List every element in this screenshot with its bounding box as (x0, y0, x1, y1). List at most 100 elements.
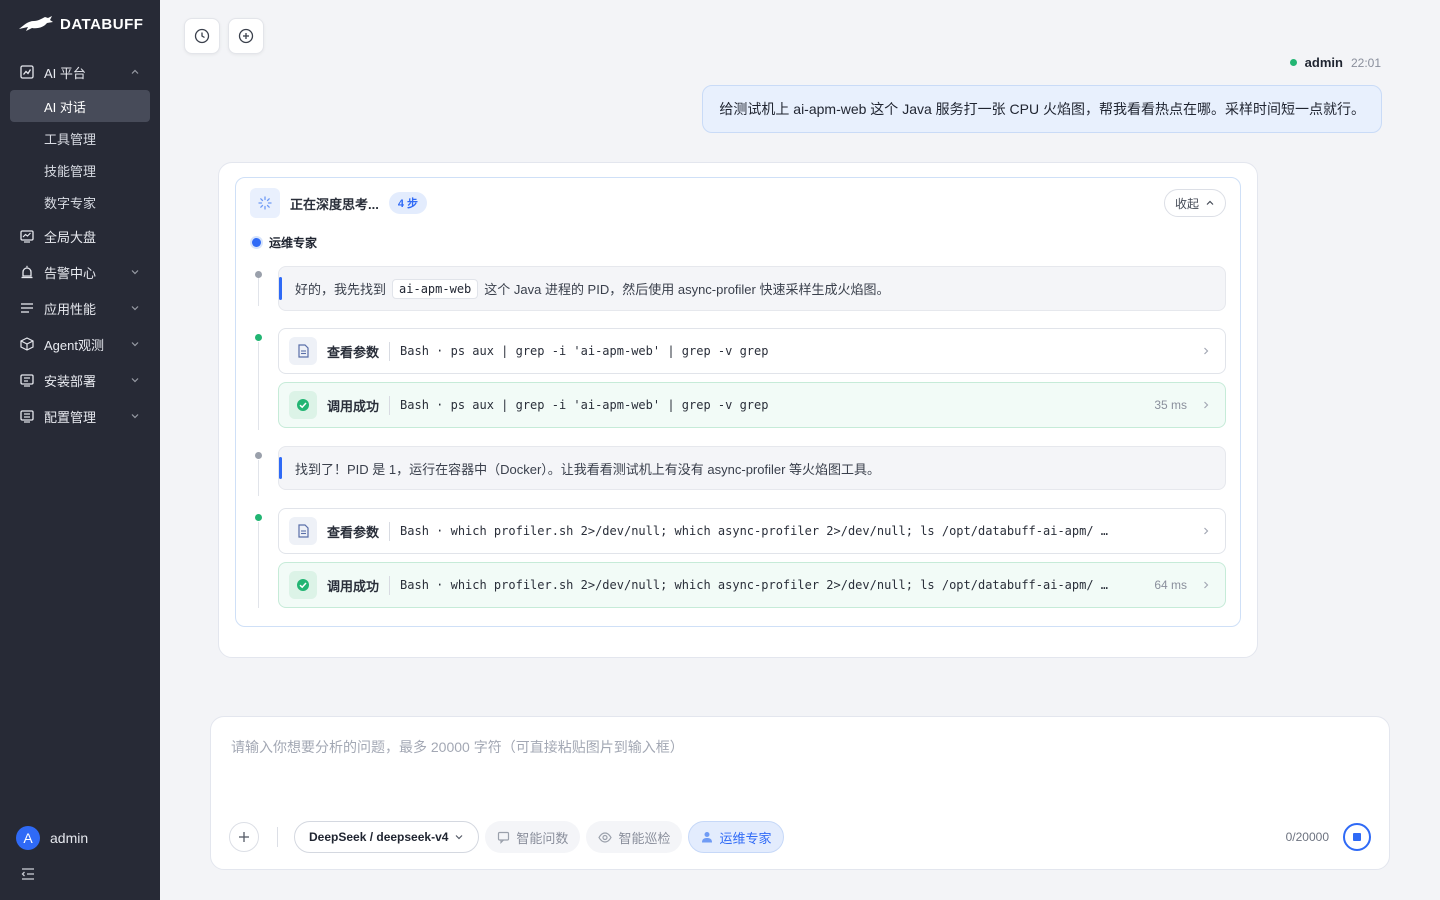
user-message-bubble: 给测试机上 ai-apm-web 这个 Java 服务打一张 CPU 火焰图，帮… (702, 85, 1382, 133)
stop-icon (1353, 833, 1361, 841)
message-meta: admin 22:01 (1289, 55, 1381, 70)
model-select[interactable]: DeepSeek / deepseek-v4 (294, 821, 480, 853)
question-input[interactable] (231, 737, 1371, 797)
plus-icon (239, 832, 249, 842)
agent-status-dot (252, 238, 261, 247)
thinking-title: 正在深度思考... (290, 196, 379, 212)
sidebar-group-label: 配置管理 (44, 409, 97, 425)
mode-smart-inspection[interactable]: 智能巡检 (586, 821, 683, 853)
history-button[interactable] (184, 18, 220, 54)
mode-label: 运维专家 (719, 830, 772, 846)
timeline-dot (255, 452, 262, 459)
sidebar-group-ai-platform[interactable]: AI 平台 (0, 54, 160, 90)
sidebar-group-install-deploy[interactable]: 安装部署 (0, 362, 160, 398)
sidebar-group-alarm-center[interactable]: 告警中心 (0, 254, 160, 290)
char-count: 0/20000 (1285, 830, 1329, 844)
mode-label: 智能巡检 (618, 830, 671, 846)
tool-command: Bash · ps aux | grep -i 'ai-apm-web' | g… (400, 344, 769, 358)
sidebar-user[interactable]: A admin (16, 826, 88, 850)
tool-result-row[interactable]: 调用成功 Bash · which profiler.sh 2>/dev/nul… (278, 562, 1226, 608)
tool-kind-label: 查看参数 (327, 341, 391, 361)
composer-toolbar: DeepSeek / deepseek-v4 智能问数 智能巡检 运维专家 0/… (229, 820, 1371, 854)
stop-button[interactable] (1343, 823, 1371, 851)
thinking-panel: 正在深度思考... 4 步 收起 运维专家 好的，我先找到 ai-apm-web… (235, 177, 1241, 627)
message-user: admin (1304, 55, 1343, 70)
attach-button[interactable] (229, 822, 259, 852)
new-chat-button[interactable] (228, 18, 264, 54)
sidebar-group-label: 应用性能 (44, 301, 97, 317)
chevron-right-icon (1201, 580, 1211, 590)
assistant-answer-card: 正在深度思考... 4 步 收起 运维专家 好的，我先找到 ai-apm-web… (218, 162, 1258, 658)
sidebar-nav: AI 平台 AI 对话 工具管理 技能管理 数字专家 全局大盘 告警中心 应用性… (0, 54, 160, 434)
tool-command: Bash · which profiler.sh 2>/dev/null; wh… (400, 524, 1109, 538)
timeline-line (258, 460, 259, 496)
sidebar-group-global-dashboard[interactable]: 全局大盘 (0, 218, 160, 254)
tool-command: Bash · ps aux | grep -i 'ai-apm-web' | g… (400, 398, 769, 412)
agent-label: 运维专家 (252, 234, 317, 251)
tool-kind-label: 查看参数 (327, 521, 391, 541)
document-icon (289, 517, 317, 545)
collapse-sidebar-icon[interactable] (20, 866, 36, 882)
timeline-dot (255, 334, 262, 341)
timeline-line (258, 278, 259, 306)
avatar: A (16, 826, 40, 850)
clock-icon (194, 28, 210, 44)
sidebar-user-name: admin (50, 830, 89, 846)
chevron-down-icon (130, 303, 140, 313)
chevron-down-icon (130, 375, 140, 385)
dashboard-icon (20, 229, 34, 243)
sidebar-group-label: 全局大盘 (44, 229, 97, 245)
mode-label: 智能问数 (516, 830, 569, 846)
reasoning-text: 找到了！PID 是 1，运行在容器中（Docker）。让我看看测试机上有没有 a… (295, 461, 881, 477)
tool-duration: 64 ms (1154, 578, 1187, 592)
online-status-dot (1289, 59, 1297, 66)
toolbar-divider (277, 827, 278, 847)
sidebar-group-app-performance[interactable]: 应用性能 (0, 290, 160, 326)
chevron-up-icon (1206, 200, 1214, 205)
sidebar-group-label: Agent观测 (44, 337, 104, 353)
timeline-line (258, 342, 259, 430)
agent-name: 运维专家 (269, 236, 318, 250)
plus-circle-icon (238, 28, 254, 44)
eye-icon (598, 831, 613, 843)
chevron-up-icon (130, 67, 140, 77)
tool-result-row[interactable]: 调用成功 Bash · ps aux | grep -i 'ai-apm-web… (278, 382, 1226, 428)
chevron-down-icon (130, 339, 140, 349)
sidebar-item-tool-management[interactable]: 工具管理 (0, 122, 160, 154)
user-icon (702, 832, 713, 843)
sidebar-item-digital-expert[interactable]: 数字专家 (0, 186, 160, 218)
cube-icon (20, 337, 34, 351)
alarm-icon (20, 265, 34, 279)
chevron-down-icon (130, 267, 140, 277)
sidebar-item-ai-chat[interactable]: AI 对话 (10, 90, 150, 122)
check-circle-icon (289, 391, 317, 419)
timeline-dot (255, 514, 262, 521)
timeline-line (258, 522, 259, 608)
reasoning-text: 好的，我先找到 (295, 282, 387, 297)
document-icon (289, 337, 317, 365)
sidebar-group-label: 安装部署 (44, 373, 97, 389)
sidebar: DATABUFF AI 平台 AI 对话 工具管理 技能管理 数字专家 全局大盘… (0, 0, 160, 900)
sidebar-group-agent-observe[interactable]: Agent观测 (0, 326, 160, 362)
process-name-code: ai-apm-web (392, 278, 479, 299)
sidebar-group-config-management[interactable]: 配置管理 (0, 398, 160, 434)
sidebar-item-skill-management[interactable]: 技能管理 (0, 154, 160, 186)
tool-call-row[interactable]: 查看参数 Bash · ps aux | grep -i 'ai-apm-web… (278, 328, 1226, 374)
chevron-right-icon (1201, 400, 1211, 410)
reasoning-text: 这个 Java 进程的 PID，然后使用 async-profiler 快速采样… (484, 282, 890, 297)
logo-text: DATABUFF (60, 15, 144, 33)
chevron-right-icon (1201, 346, 1211, 356)
message-time: 22:01 (1350, 55, 1381, 70)
reasoning-text-block: 好的，我先找到 ai-apm-web 这个 Java 进程的 PID，然后使用 … (278, 266, 1226, 311)
collapse-thinking-button[interactable]: 收起 (1163, 189, 1226, 217)
thinking-header: 正在深度思考... 4 步 收起 (250, 188, 1226, 218)
tool-call-row[interactable]: 查看参数 Bash · which profiler.sh 2>/dev/nul… (278, 508, 1226, 554)
logo[interactable]: DATABUFF (18, 13, 143, 35)
step-count-badge: 4 步 (388, 192, 428, 214)
chart-icon (20, 65, 34, 79)
mode-smart-query[interactable]: 智能问数 (485, 821, 581, 853)
sidebar-group-label: AI 平台 (44, 65, 86, 81)
tool-command: Bash · which profiler.sh 2>/dev/null; wh… (400, 578, 1109, 592)
chat-icon (498, 831, 510, 844)
mode-ops-expert[interactable]: 运维专家 (688, 821, 785, 853)
